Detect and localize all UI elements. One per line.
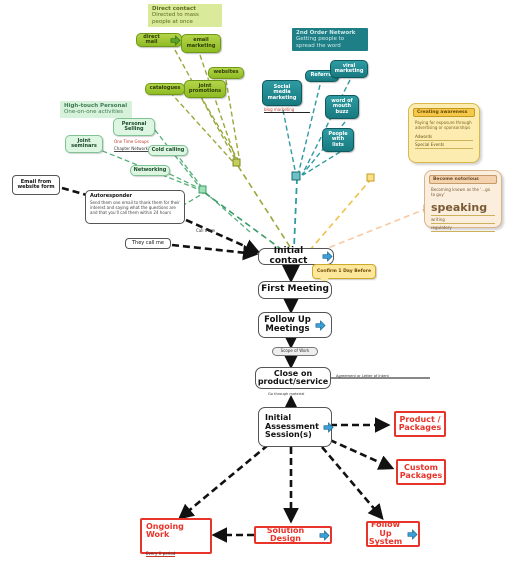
node-personal-selling-sub1: One Time Groups (114, 139, 149, 144)
node-scope-of-work[interactable]: Scope of Work (272, 347, 318, 356)
node-catalogues[interactable]: catalogues (145, 83, 185, 95)
banner-second-order-subtitle: Getting people to spread the word (296, 36, 345, 49)
node-viral-marketing[interactable]: viral marketing (330, 60, 368, 78)
node-first-meeting-label: First Meeting (261, 284, 329, 295)
node-ongoing-work[interactable]: Ongoing Work Every X period (140, 518, 212, 557)
node-social-media-marketing-sub: blog marketing (264, 107, 310, 114)
node-people-with-lists-label: People with lists (328, 131, 348, 148)
callout-confirm-1-day-before: Confirm 1 Day Before (312, 264, 376, 285)
blue-arrow-icon (170, 34, 181, 46)
node-follow-up-meetings[interactable]: Follow Up Meetings (258, 312, 332, 338)
node-they-call-me-label: They call me (132, 239, 164, 246)
node-cold-calling[interactable]: Cold calling (148, 145, 188, 156)
node-custom-packages-label: Custom Packages (399, 462, 443, 480)
node-email-from-website-form[interactable]: Email from website form (12, 175, 60, 195)
sticky-item-speaking[interactable]: speaking (431, 200, 495, 216)
node-close-on-product-service-label: Close on product/service (257, 368, 329, 386)
node-autoresponder-title: Autoresponder (90, 193, 133, 199)
node-websites-label: websites (213, 69, 239, 76)
node-product-packages[interactable]: Product / Packages (394, 411, 446, 437)
sticky-creating-awareness-body: Paying for exposure through advertising … (415, 120, 472, 130)
node-joint-seminars-label: Joint seminars (71, 137, 97, 149)
node-they-call-me[interactable]: They call me (125, 238, 171, 249)
node-initial-contact-label: Initial contact (269, 246, 308, 266)
sticky-item-special-events[interactable]: Special Events (415, 141, 473, 149)
banner-high-touch-personal: High-touch Personal One-on-one activitie… (60, 101, 132, 118)
blue-arrow-icon (315, 319, 326, 331)
node-personal-selling-label: Personal Selling (121, 120, 147, 132)
node-initial-contact[interactable]: Initial contact (258, 246, 334, 266)
sticky-become-notorious-items: speaking writing regulatory (425, 200, 501, 232)
node-direct-mail[interactable]: direct mail (136, 33, 182, 47)
node-joint-promotions[interactable]: joint promotions (184, 80, 226, 98)
diagram-canvas: Direct contact Directed to mass people a… (0, 0, 517, 563)
sticky-become-notorious-body: Becoming known as the '...go to guy' (431, 187, 491, 197)
node-email-from-website-form-label: Email from website form (17, 178, 55, 190)
edge-label-go-through-material: Go through material (268, 392, 305, 396)
node-close-on-product-service[interactable]: Close on product/service (255, 367, 331, 389)
node-email-marketing[interactable]: email marketing (181, 34, 221, 53)
banner-high-touch-subtitle: One-on-one activities (64, 109, 124, 116)
node-first-meeting[interactable]: First Meeting (258, 281, 332, 299)
sticky-creating-awareness-items: Adwords Special Events (409, 133, 479, 149)
node-catalogues-label: catalogues (149, 85, 181, 92)
blue-arrow-icon (407, 528, 418, 540)
node-scope-of-work-label: Scope of Work (280, 348, 310, 354)
node-initial-assessment-sessions[interactable]: Initial Assessment Session(s) (258, 407, 334, 447)
node-ongoing-work-label: Ongoing Work (146, 522, 184, 540)
banner-direct-contact: Direct contact Directed to mass people a… (148, 4, 222, 27)
node-word-of-mouth-buzz-label: word of mouth buzz (331, 98, 353, 115)
blue-arrow-icon (323, 421, 334, 433)
node-autoresponder-body: Send them one email to thank them for th… (90, 200, 180, 216)
node-follow-up-system[interactable]: Follow Up System (366, 521, 420, 547)
node-joint-seminars[interactable]: Joint seminars (65, 135, 103, 153)
node-joint-promotions-label: joint promotions (188, 82, 222, 94)
node-initial-assessment-sessions-label: Initial Assessment Session(s) (265, 413, 319, 440)
callout-confirm-1-day-before-label: Confirm 1 Day Before (316, 269, 372, 274)
node-autoresponder[interactable]: Autoresponder Send them one email to tha… (85, 190, 185, 224)
node-solution-design[interactable]: Solution Design (254, 526, 332, 544)
sticky-item-writing[interactable]: writing (431, 216, 495, 224)
node-networking-label: Networking (133, 166, 167, 173)
node-direct-mail-label: direct mail (143, 33, 160, 45)
sticky-creating-awareness-header: Creating awareness (413, 108, 475, 117)
node-cold-calling-label: Cold calling (151, 146, 185, 153)
sticky-become-notorious: Become notorious Becoming known as the '… (424, 170, 502, 232)
node-solution-design-label: Solution Design (266, 525, 305, 543)
blue-arrow-icon (319, 529, 330, 541)
node-people-with-lists[interactable]: People with lists (322, 128, 354, 152)
blue-arrow-icon (322, 251, 333, 262)
node-social-media-marketing-label: Social media marketing (267, 84, 297, 101)
node-networking[interactable]: Networking (130, 165, 170, 176)
sticky-item-adwords[interactable]: Adwords (415, 133, 473, 141)
node-follow-up-meetings-label: Follow Up Meetings (264, 315, 311, 334)
node-follow-up-system-label: Follow Up System (368, 520, 403, 547)
sticky-creating-awareness: Creating awareness Paying for exposure t… (408, 103, 480, 163)
node-ongoing-work-sub: Every X period (146, 550, 176, 557)
sticky-become-notorious-header: Become notorious (429, 175, 497, 184)
edge-label-call-them: Call them (196, 228, 216, 233)
banner-second-order-network: 2nd Order Network Getting people to spre… (292, 28, 368, 51)
node-personal-selling[interactable]: Personal Selling (113, 118, 155, 136)
sticky-item-regulatory[interactable]: regulatory (431, 224, 495, 232)
node-word-of-mouth-buzz[interactable]: word of mouth buzz (325, 95, 359, 119)
node-product-packages-label: Product / Packages (398, 414, 442, 432)
banner-direct-contact-subtitle: Directed to mass people at once (152, 12, 199, 25)
node-viral-marketing-label: viral marketing (334, 62, 364, 74)
node-social-media-marketing[interactable]: Social media marketing (262, 80, 302, 106)
node-custom-packages[interactable]: Custom Packages (396, 459, 446, 485)
node-websites[interactable]: websites (208, 67, 244, 79)
node-email-marketing-label: email marketing (186, 37, 216, 49)
edge-label-agreement-or-letter-of-intent: Agreement or Letter of Intent (336, 374, 389, 378)
